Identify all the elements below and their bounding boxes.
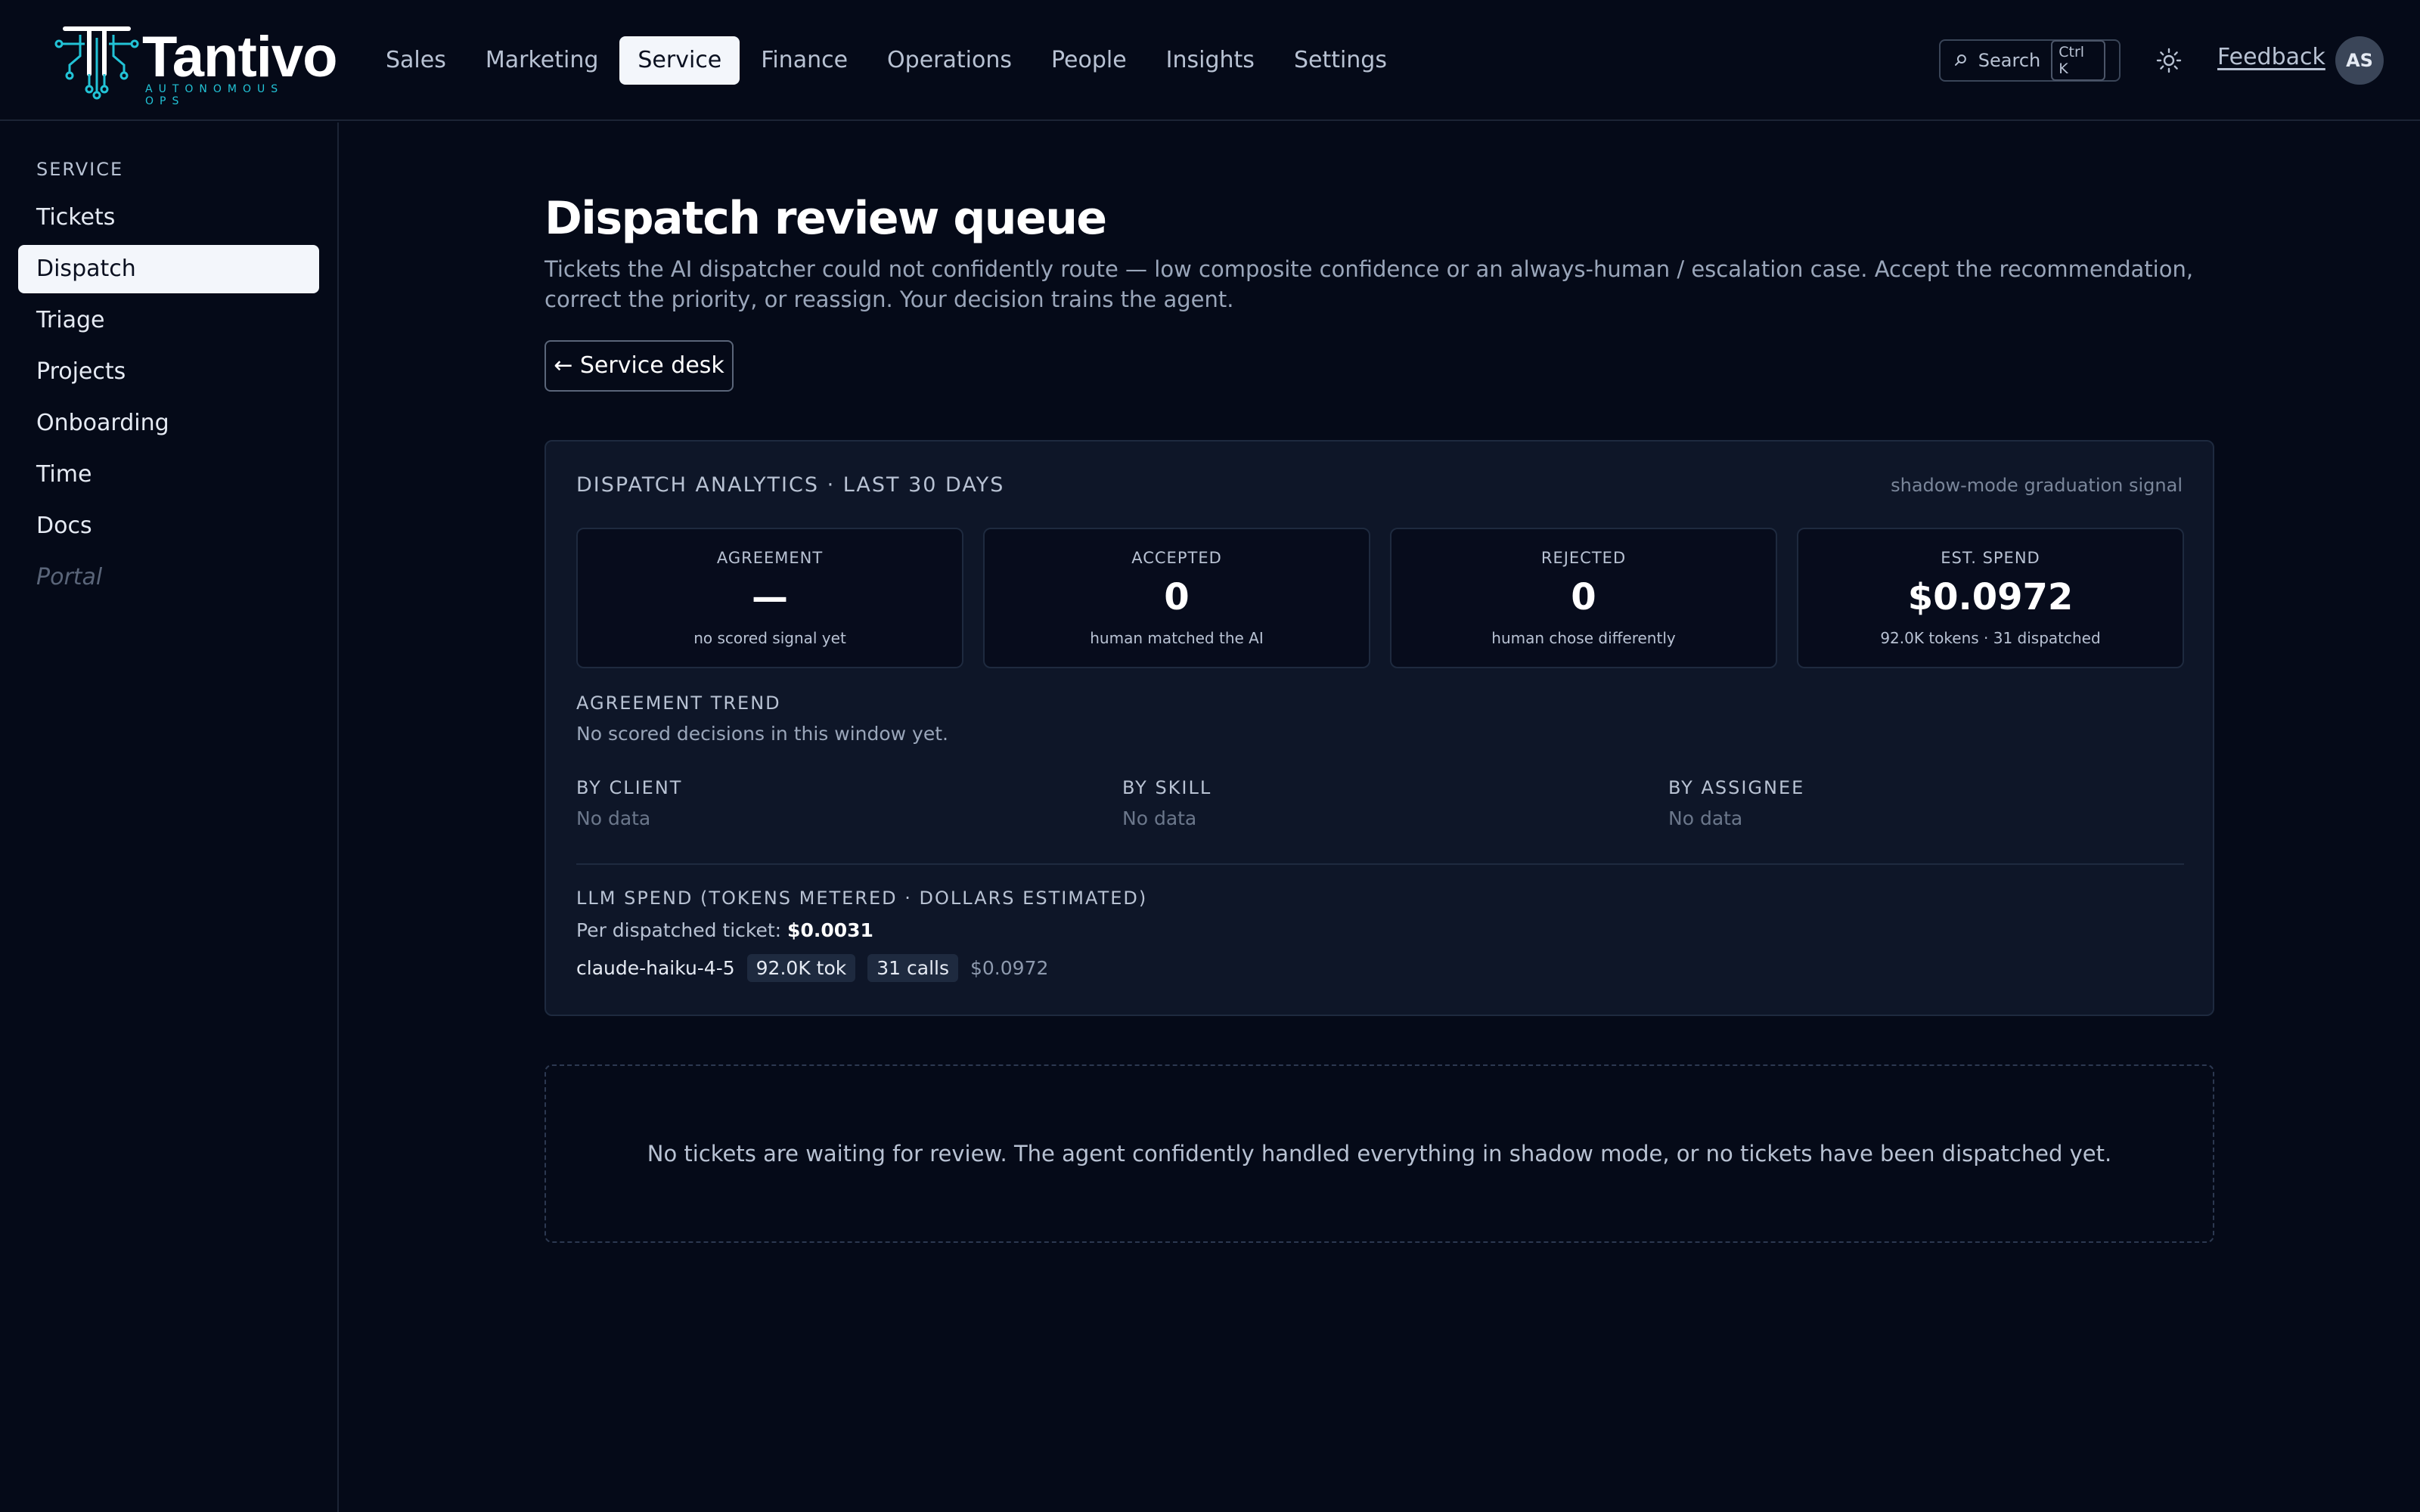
- top-bar: Tantivo AUTONOMOUS OPS Sales Marketing S…: [0, 0, 2420, 121]
- sidebar-item-docs[interactable]: Docs: [18, 502, 319, 550]
- stat-value: 0: [1164, 576, 1190, 618]
- model-name: claude-haiku-4-5: [576, 957, 735, 979]
- model-usage-row: claude-haiku-4-5 92.0K tok 31 calls $0.0…: [576, 954, 1048, 982]
- stat-label: REJECTED: [1540, 549, 1627, 567]
- llm-spend-label: LLM SPEND (TOKENS METERED · DOLLARS ESTI…: [576, 888, 1148, 909]
- by-client-label: BY CLIENT: [576, 777, 683, 798]
- stat-subtext: 92.0K tokens · 31 dispatched: [1880, 629, 2101, 647]
- sidebar-item-triage[interactable]: Triage: [18, 296, 319, 345]
- sidebar-item-dispatch[interactable]: Dispatch: [18, 245, 319, 293]
- stat-accepted: ACCEPTED 0 human matched the AI: [983, 528, 1370, 668]
- brand-name: Tantivo: [142, 25, 338, 89]
- stat-est-spend: EST. SPEND $0.0972 92.0K tokens · 31 dis…: [1797, 528, 2184, 668]
- sidebar-heading: SERVICE: [36, 159, 124, 180]
- per-ticket-cost: Per dispatched ticket: $0.0031: [576, 919, 873, 941]
- tantivo-logo-icon: [54, 26, 139, 100]
- brand-tagline: AUTONOMOUS OPS: [145, 83, 284, 107]
- search-icon: [1954, 54, 1966, 66]
- stat-value: 0: [1571, 576, 1596, 618]
- call-count-badge: 31 calls: [867, 954, 958, 982]
- search-label: Search: [1978, 50, 2041, 71]
- stat-subtext: no scored signal yet: [693, 629, 846, 647]
- page-title: Dispatch review queue: [544, 192, 1107, 245]
- stat-value: $0.0972: [1907, 576, 2074, 618]
- review-queue-empty-state: No tickets are waiting for review. The a…: [544, 1064, 2214, 1243]
- stat-subtext: human chose differently: [1491, 629, 1676, 647]
- feedback-link[interactable]: Feedback: [2217, 44, 2325, 70]
- by-skill-value: No data: [1122, 807, 1197, 829]
- sidebar-item-projects[interactable]: Projects: [18, 348, 319, 396]
- nav-sales[interactable]: Sales: [368, 36, 464, 85]
- sun-icon[interactable]: [2155, 47, 2183, 74]
- by-assignee-value: No data: [1668, 807, 1743, 829]
- nav-operations[interactable]: Operations: [869, 36, 1030, 85]
- analytics-title: DISPATCH ANALYTICS · LAST 30 DAYS: [576, 473, 1005, 497]
- by-client-value: No data: [576, 807, 651, 829]
- nav-service[interactable]: Service: [619, 36, 740, 85]
- nav-settings[interactable]: Settings: [1276, 36, 1405, 85]
- sidebar-item-portal: Portal: [36, 564, 103, 590]
- stat-tiles: AGREEMENT — no scored signal yet ACCEPTE…: [576, 528, 2184, 668]
- search-button[interactable]: Search Ctrl K: [1939, 39, 2121, 82]
- sidebar-item-onboarding[interactable]: Onboarding: [18, 399, 319, 448]
- nav-marketing[interactable]: Marketing: [467, 36, 617, 85]
- divider: [576, 863, 2184, 865]
- search-shortcut: Ctrl K: [2051, 40, 2105, 81]
- stat-label: AGREEMENT: [716, 549, 824, 567]
- agreement-trend-text: No scored decisions in this window yet.: [576, 723, 948, 745]
- nav-insights[interactable]: Insights: [1148, 36, 1273, 85]
- sidebar-item-tickets[interactable]: Tickets: [18, 194, 319, 242]
- model-cost: $0.0972: [970, 957, 1049, 979]
- stat-label: ACCEPTED: [1131, 549, 1222, 567]
- back-to-service-desk-button[interactable]: ← Service desk: [544, 340, 734, 392]
- brand-logo[interactable]: Tantivo AUTONOMOUS OPS: [54, 21, 338, 107]
- per-ticket-value: $0.0031: [787, 919, 873, 941]
- dispatch-analytics-card: DISPATCH ANALYTICS · LAST 30 DAYS shadow…: [544, 440, 2214, 1016]
- sidebar-item-time[interactable]: Time: [18, 451, 319, 499]
- sidebar: SERVICE Tickets Dispatch Triage Projects…: [0, 122, 339, 1512]
- main-nav: Sales Marketing Service Finance Operatio…: [368, 36, 1405, 85]
- stat-value: —: [752, 576, 788, 618]
- per-ticket-label: Per dispatched ticket:: [576, 919, 782, 941]
- by-assignee-label: BY ASSIGNEE: [1668, 777, 1805, 798]
- analytics-hint: shadow-mode graduation signal: [1891, 475, 2183, 496]
- nav-people[interactable]: People: [1033, 36, 1145, 85]
- token-count-badge: 92.0K tok: [746, 954, 856, 982]
- nav-finance[interactable]: Finance: [743, 36, 866, 85]
- user-avatar[interactable]: AS: [2335, 36, 2384, 85]
- stat-agreement: AGREEMENT — no scored signal yet: [576, 528, 963, 668]
- agreement-trend-label: AGREEMENT TREND: [576, 692, 781, 714]
- page-description: Tickets the AI dispatcher could not conf…: [544, 256, 2194, 312]
- sidebar-list: Tickets Dispatch Triage Projects Onboard…: [18, 194, 319, 605]
- stat-label: EST. SPEND: [1941, 549, 2040, 567]
- stat-rejected: REJECTED 0 human chose differently: [1390, 528, 1777, 668]
- stat-subtext: human matched the AI: [1090, 629, 1264, 647]
- by-skill-label: BY SKILL: [1122, 777, 1212, 798]
